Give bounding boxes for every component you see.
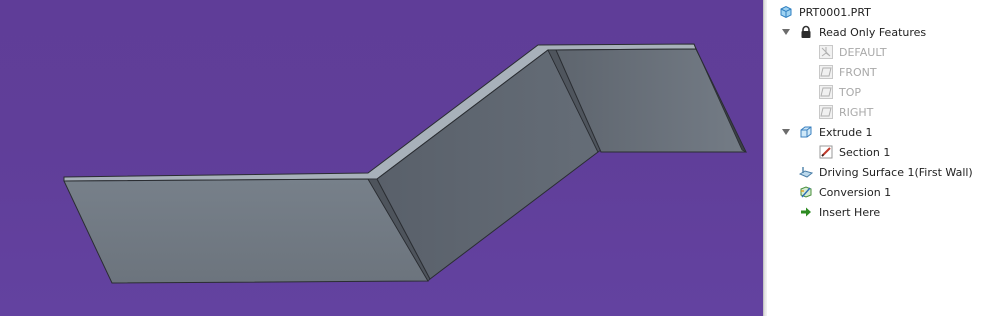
tree-item-label: PRT0001.PRT [799,5,871,19]
expand-toggle-extrude[interactable] [782,129,790,135]
tree-item-label: RIGHT [839,105,874,119]
tree-item-driving-surface[interactable]: Driving Surface 1(First Wall) [799,163,973,181]
tree-item-label: FRONT [839,65,877,79]
driving-surface-icon [799,165,813,179]
tree-item-read-only-features[interactable]: Read Only Features [799,23,926,41]
datum-plane-icon [819,65,833,79]
left-flange-face [63,178,429,284]
tree-item-label: Insert Here [819,205,881,219]
tree-item-label: Conversion 1 [819,185,892,199]
tree-item-extrude-1[interactable]: Extrude 1 [799,123,873,141]
sheetmetal-part-model[interactable] [0,0,763,316]
datum-csys-icon [819,45,833,59]
tree-item-label: Extrude 1 [819,125,873,139]
tree-item-front-plane[interactable]: FRONT [819,63,877,81]
tree-item-part[interactable]: PRT0001.PRT [779,3,871,21]
sketch-icon [819,145,833,159]
conversion-icon [799,185,813,199]
tree-item-label: Section 1 [839,145,891,159]
tree-item-label: DEFAULT [839,45,887,59]
insert-arrow-icon [799,205,813,219]
graphics-viewport[interactable] [0,0,763,316]
tree-item-label: TOP [839,85,862,99]
tree-item-right-plane[interactable]: RIGHT [819,103,873,121]
tree-item-label: Driving Surface 1(First Wall) [819,165,973,179]
tree-item-top-plane[interactable]: TOP [819,83,861,101]
tree-item-label: Read Only Features [819,25,927,39]
datum-plane-icon [819,85,833,99]
tree-item-insert-here[interactable]: Insert Here [799,203,880,221]
tree-item-section-1[interactable]: Section 1 [819,143,890,161]
tree-item-default-csys[interactable]: DEFAULT [819,43,887,61]
tree-item-conversion-1[interactable]: Conversion 1 [799,183,891,201]
expand-toggle-read-only[interactable] [782,29,790,35]
datum-plane-icon [819,105,833,119]
model-tree: PRT0001.PRT Read Only Features DEFAULT F… [767,0,1006,316]
part-icon [779,5,793,19]
lock-icon [799,25,813,39]
extrude-icon [799,125,813,139]
